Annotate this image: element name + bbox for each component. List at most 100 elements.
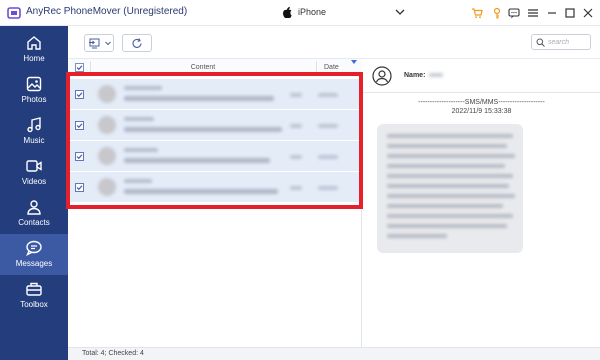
blurred-date: [318, 186, 338, 190]
app-logo-icon: [7, 7, 21, 19]
list-header: Content Date: [68, 59, 362, 76]
sort-desc-icon[interactable]: [351, 60, 357, 64]
menu-icon[interactable]: [527, 7, 539, 19]
videos-icon: [26, 160, 42, 172]
sidebar-item-label: Messages: [15, 259, 53, 268]
blurred-contact-name: [124, 148, 158, 152]
blurred-message-line: [387, 224, 507, 228]
row-checkbox[interactable]: [75, 90, 84, 99]
row-checkbox[interactable]: [75, 183, 84, 192]
sidebar-item-label: Music: [23, 136, 45, 145]
refresh-icon: [132, 38, 142, 48]
blurred-contact-name: [124, 117, 154, 121]
sidebar-item-contacts[interactable]: Contacts: [0, 193, 68, 234]
blurred-message-preview: [124, 96, 274, 101]
message-list: Content Date: [68, 59, 362, 347]
app-title: AnyRec PhoneMover (Unregistered): [26, 6, 188, 17]
search-box[interactable]: [531, 34, 591, 50]
blurred-message-preview: [124, 158, 270, 163]
blurred-count: [290, 93, 302, 97]
message-row[interactable]: [68, 172, 362, 203]
sidebar-item-photos[interactable]: Photos: [0, 70, 68, 111]
maximize-icon[interactable]: [564, 7, 576, 19]
messages-icon: [26, 240, 42, 256]
message-row[interactable]: [68, 110, 362, 141]
contact-avatar: [98, 178, 116, 196]
blurred-message-line: [387, 174, 513, 178]
blurred-message-line: [387, 144, 507, 148]
message-type-label: --------------------SMS/MMS-------------…: [418, 99, 545, 106]
sidebar-item-label: Contacts: [18, 218, 50, 227]
close-icon[interactable]: [582, 7, 594, 19]
blurred-contact-name: [429, 73, 443, 77]
chevron-down-icon[interactable]: [395, 8, 405, 16]
blurred-count: [290, 186, 302, 190]
refresh-button[interactable]: [122, 34, 152, 52]
device-name: iPhone: [298, 7, 327, 17]
music-icon: [27, 117, 41, 133]
toolbox-icon: [26, 282, 42, 296]
checkmark-icon: [76, 65, 83, 71]
blurred-message-line: [387, 184, 509, 188]
blurred-date: [318, 93, 338, 97]
blurred-contact-name: [124, 179, 152, 183]
minimize-icon[interactable]: [546, 7, 558, 19]
blurred-message-line: [387, 194, 515, 198]
key-icon[interactable]: [491, 7, 503, 19]
blurred-date: [318, 124, 338, 128]
sidebar-item-toolbox[interactable]: Toolbox: [0, 275, 68, 316]
blurred-message-preview: [124, 127, 282, 132]
checkmark-icon: [76, 92, 83, 98]
contact-avatar: [98, 147, 116, 165]
sidebar-item-videos[interactable]: Videos: [0, 152, 68, 193]
search-icon: [536, 38, 545, 47]
message-row[interactable]: [68, 79, 362, 110]
sidebar-item-home[interactable]: Home: [0, 29, 68, 70]
name-label: Name:: [404, 72, 426, 79]
contacts-icon: [27, 200, 41, 215]
checkmark-icon: [76, 185, 83, 191]
contact-avatar: [98, 116, 116, 134]
blurred-message-line: [387, 234, 447, 238]
status-bar: Total: 4; Checked: 4: [68, 347, 600, 360]
blurred-count: [290, 124, 302, 128]
selection-summary: Total: 4; Checked: 4: [82, 350, 144, 357]
contact-avatar: [98, 85, 116, 103]
row-checkbox[interactable]: [75, 121, 84, 130]
sidebar-item-label: Videos: [21, 177, 47, 186]
sidebar-item-messages[interactable]: Messages: [0, 234, 68, 275]
checkmark-icon: [76, 123, 83, 129]
sidebar-item-label: Photos: [21, 95, 47, 104]
feedback-icon[interactable]: [508, 7, 520, 19]
blurred-message-line: [387, 164, 505, 168]
photos-icon: [26, 76, 42, 92]
export-device-icon: [89, 38, 100, 49]
message-detail: Name: --------------------SMS/MMS-------…: [363, 59, 600, 347]
sidebar-item-label: Home: [23, 54, 45, 63]
blurred-date: [318, 155, 338, 159]
column-header-date[interactable]: Date: [324, 64, 339, 71]
message-row[interactable]: [68, 141, 362, 172]
cart-icon[interactable]: [471, 7, 483, 19]
blurred-message-line: [387, 204, 503, 208]
search-input[interactable]: [548, 37, 588, 48]
column-divider: [90, 61, 91, 74]
select-all-checkbox[interactable]: [75, 63, 84, 72]
message-timestamp: 2022/11/9 15:33:38: [451, 108, 512, 115]
device-selector[interactable]: iPhone: [275, 0, 410, 26]
row-checkbox[interactable]: [75, 152, 84, 161]
toolbar: [68, 26, 600, 59]
blurred-message-preview: [124, 189, 278, 194]
detail-header: Name:: [363, 59, 600, 93]
blurred-count: [290, 155, 302, 159]
column-header-content[interactable]: Content: [168, 64, 238, 71]
apple-icon: [283, 6, 292, 18]
avatar-icon: [372, 66, 392, 86]
chevron-down-icon: [105, 41, 111, 46]
message-bubble: [377, 124, 523, 253]
sidebar-item-label: Toolbox: [20, 300, 48, 309]
export-to-device-button[interactable]: [84, 34, 114, 52]
title-bar: AnyRec PhoneMover (Unregistered) iPhone …: [0, 0, 600, 360]
sidebar-item-music[interactable]: Music: [0, 111, 68, 152]
checkmark-icon: [76, 154, 83, 160]
